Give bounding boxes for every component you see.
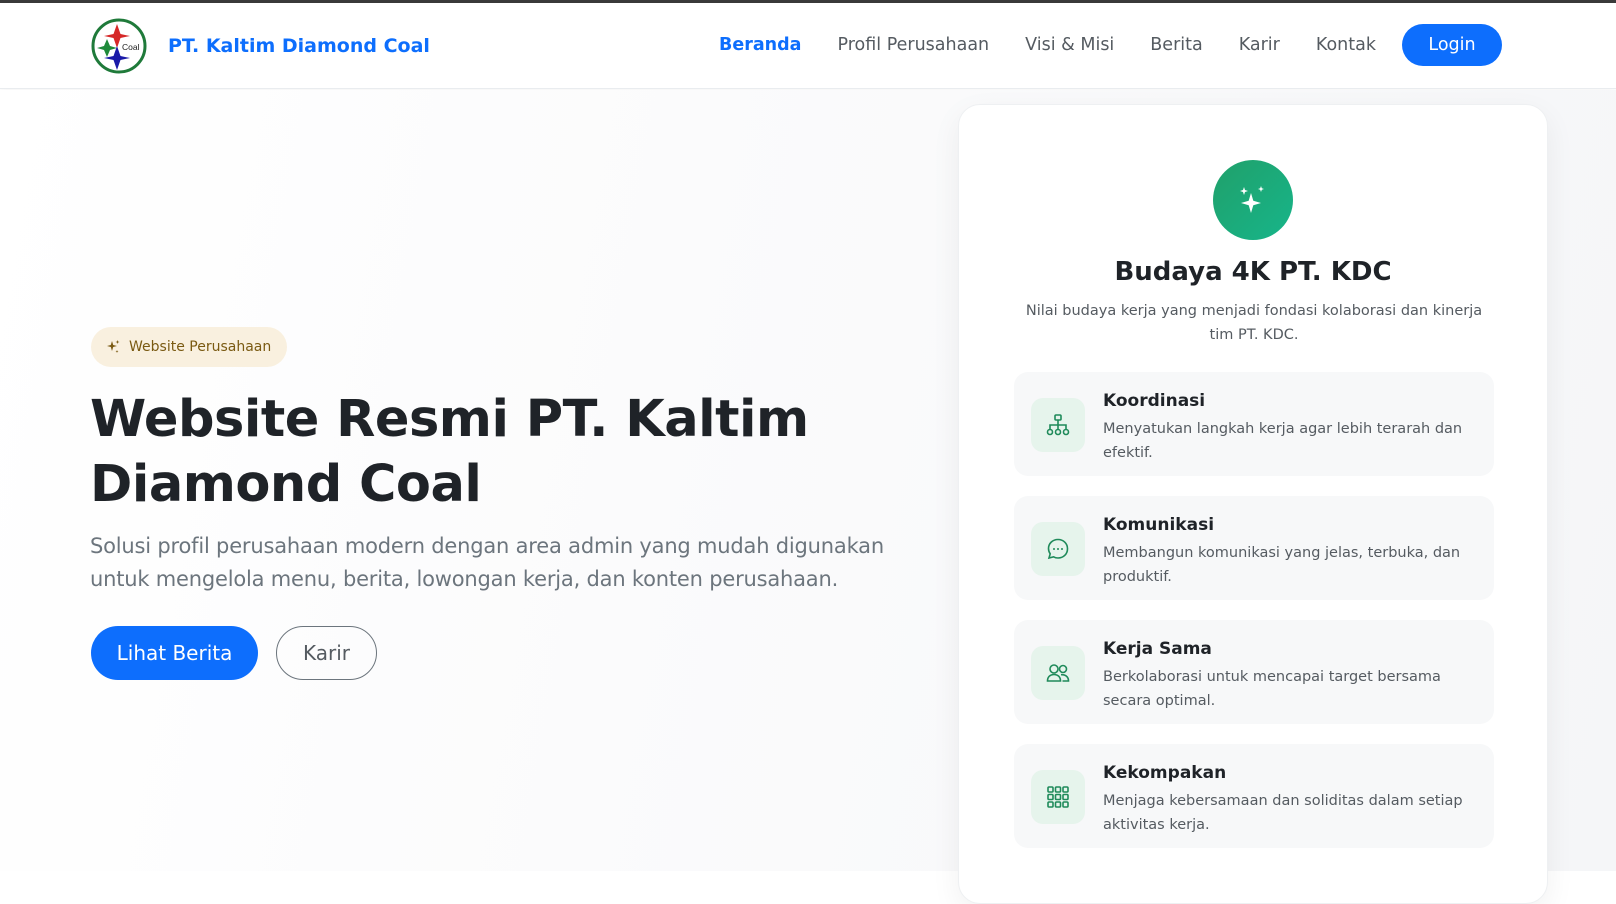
value-koordinasi: Koordinasi Menyatukan langkah kerja agar…: [1014, 372, 1494, 476]
value-text: Menyatukan langkah kerja agar lebih tera…: [1103, 421, 1463, 461]
value-name: Koordinasi: [1103, 391, 1206, 411]
value-kekompakan: Kekompakan Menjaga kebersamaan dan solid…: [1014, 744, 1494, 848]
value-name: Kekompakan: [1103, 763, 1227, 783]
culture-card: Budaya 4K PT. KDC Nilai budaya kerja yan…: [958, 104, 1548, 904]
nav-kontak[interactable]: Kontak: [1316, 35, 1376, 55]
navbar: Coal PT. Kaltim Diamond Coal Beranda Pro…: [0, 3, 1616, 89]
culture-description: Nilai budaya kerja yang menjadi fondasi …: [1025, 303, 1483, 343]
people-icon: [1046, 664, 1070, 682]
sparkle-icon: [107, 340, 120, 353]
sparkles-icon: [1240, 186, 1264, 213]
value-kerja-sama: Kerja Sama Berkolaborasi untuk mencapai …: [1014, 620, 1494, 724]
nav-visi-misi[interactable]: Visi & Misi: [1025, 35, 1114, 55]
value-name: Komunikasi: [1103, 515, 1215, 535]
hero-title: Website Resmi PT. Kaltim Diamond Coal: [90, 390, 809, 514]
nav-berita[interactable]: Berita: [1150, 35, 1202, 55]
value-icon-box: [1031, 398, 1085, 452]
nav-karir[interactable]: Karir: [1239, 35, 1280, 55]
hero-subtitle: Solusi profil perusahaan modern dengan a…: [90, 534, 884, 591]
lihat-berita-button[interactable]: Lihat Berita: [91, 626, 258, 680]
culture-title: Budaya 4K PT. KDC: [1114, 257, 1392, 287]
hierarchy-icon: [1046, 414, 1070, 436]
login-button[interactable]: Login: [1402, 24, 1502, 66]
value-icon-box: [1031, 522, 1085, 576]
value-name: Kerja Sama: [1103, 639, 1212, 659]
hero-badge-label: Website Perusahaan: [129, 339, 272, 355]
company-logo: Coal: [91, 18, 147, 74]
brand[interactable]: Coal PT. Kaltim Diamond Coal: [90, 17, 430, 75]
value-icon-box: [1031, 770, 1085, 824]
chat-icon: [1047, 538, 1069, 560]
value-komunikasi: Komunikasi Membangun komunikasi yang jel…: [1014, 496, 1494, 600]
value-text: Menjaga kebersamaan dan soliditas dalam …: [1103, 793, 1463, 833]
culture-badge: [1213, 160, 1293, 240]
grid-icon: [1047, 786, 1069, 808]
brand-name: PT. Kaltim Diamond Coal: [168, 35, 430, 57]
main-nav: Beranda Profil Perusahaan Visi & Misi Be…: [719, 24, 1502, 66]
value-text: Membangun komunikasi yang jelas, terbuka…: [1103, 545, 1461, 585]
value-text: Berkolaborasi untuk mencapai target bers…: [1103, 669, 1441, 709]
hero-badge: Website Perusahaan: [91, 327, 288, 367]
svg-text:Coal: Coal: [122, 42, 140, 52]
karir-button[interactable]: Karir: [276, 626, 377, 680]
nav-beranda[interactable]: Beranda: [719, 35, 801, 55]
value-icon-box: [1031, 646, 1085, 700]
nav-profil-perusahaan[interactable]: Profil Perusahaan: [837, 35, 989, 55]
